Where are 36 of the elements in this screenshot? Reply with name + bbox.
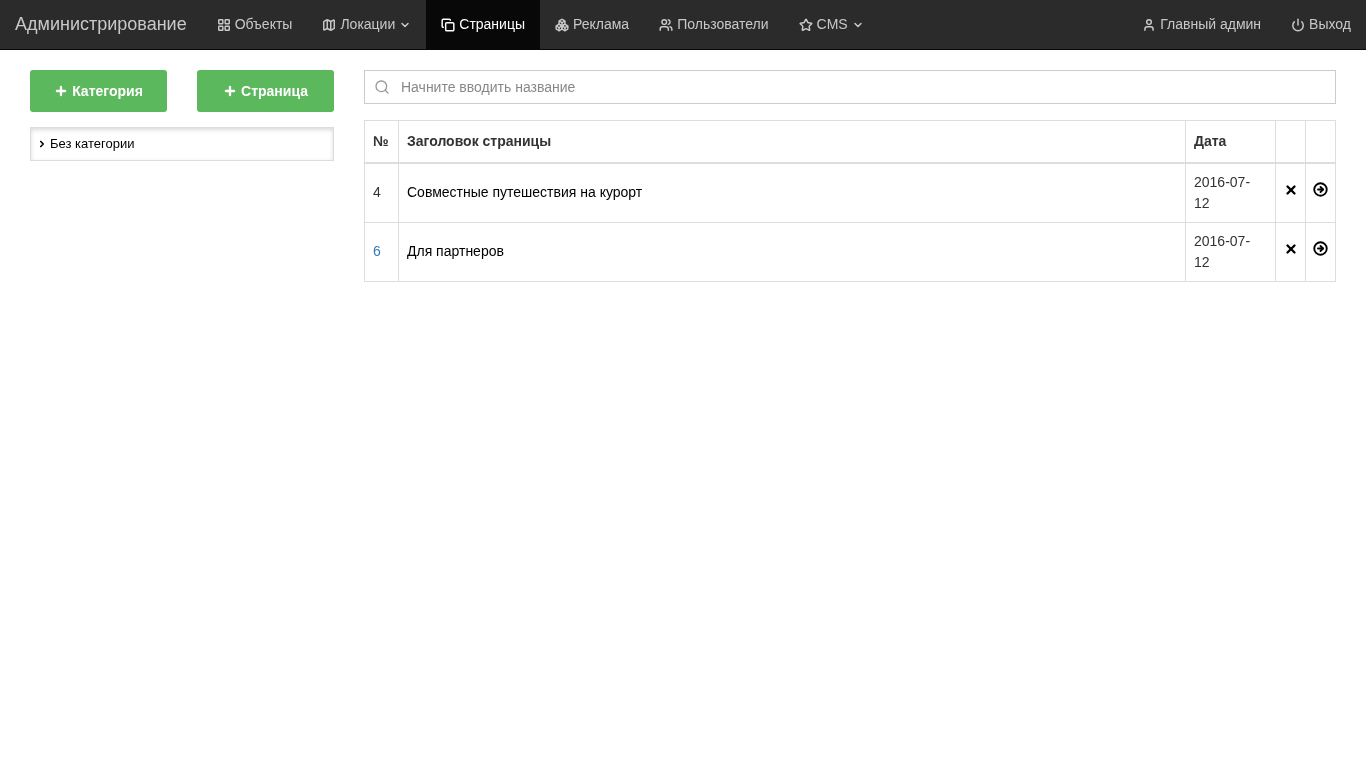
star-icon	[798, 17, 813, 32]
copy-icon	[441, 17, 456, 32]
nav-item[interactable]: Реклама	[540, 0, 645, 49]
user-icon	[1142, 17, 1157, 32]
table-cell-text: 2016-07-12	[1194, 172, 1252, 213]
caret-icon	[37, 138, 47, 149]
open-button[interactable]	[1313, 241, 1328, 256]
table-cell: Совместные путешествия на курорт	[398, 163, 1186, 222]
nav-item[interactable]: Локации	[307, 0, 427, 49]
plus-icon	[54, 84, 69, 98]
grid-icon	[216, 17, 231, 32]
category-item[interactable]: Без категории	[31, 128, 333, 160]
table-cell: 4	[364, 163, 399, 222]
nav-item[interactable]: Главный админ	[1127, 0, 1277, 49]
table-cell: 6	[364, 222, 399, 281]
table-cell: Для партнеров	[398, 222, 1186, 281]
cubes-icon	[555, 17, 569, 32]
power-icon	[1291, 17, 1306, 32]
brand-title[interactable]: Администрирование	[0, 0, 202, 49]
table-cell-text: 2016-07-12	[1194, 231, 1252, 272]
column-header: Дата	[1185, 120, 1276, 163]
users-icon	[659, 17, 674, 32]
plus-icon	[223, 84, 238, 98]
search-icon	[374, 79, 390, 95]
nav-item[interactable]: Выход	[1276, 0, 1366, 49]
open-button[interactable]	[1313, 182, 1328, 198]
nav-item[interactable]: Пользователи	[644, 0, 784, 49]
nav-item[interactable]: Страницы	[426, 0, 540, 49]
column-header: Заголовок страницы	[398, 120, 1186, 163]
search-field[interactable]: Начните вводить название	[364, 70, 1336, 104]
delete-button[interactable]	[1283, 242, 1298, 256]
delete-button[interactable]	[1283, 183, 1298, 198]
map-icon	[322, 17, 337, 32]
nav-item[interactable]: CMS	[783, 0, 879, 49]
column-header: №	[364, 120, 399, 163]
nav-item[interactable]: Объекты	[201, 0, 308, 49]
